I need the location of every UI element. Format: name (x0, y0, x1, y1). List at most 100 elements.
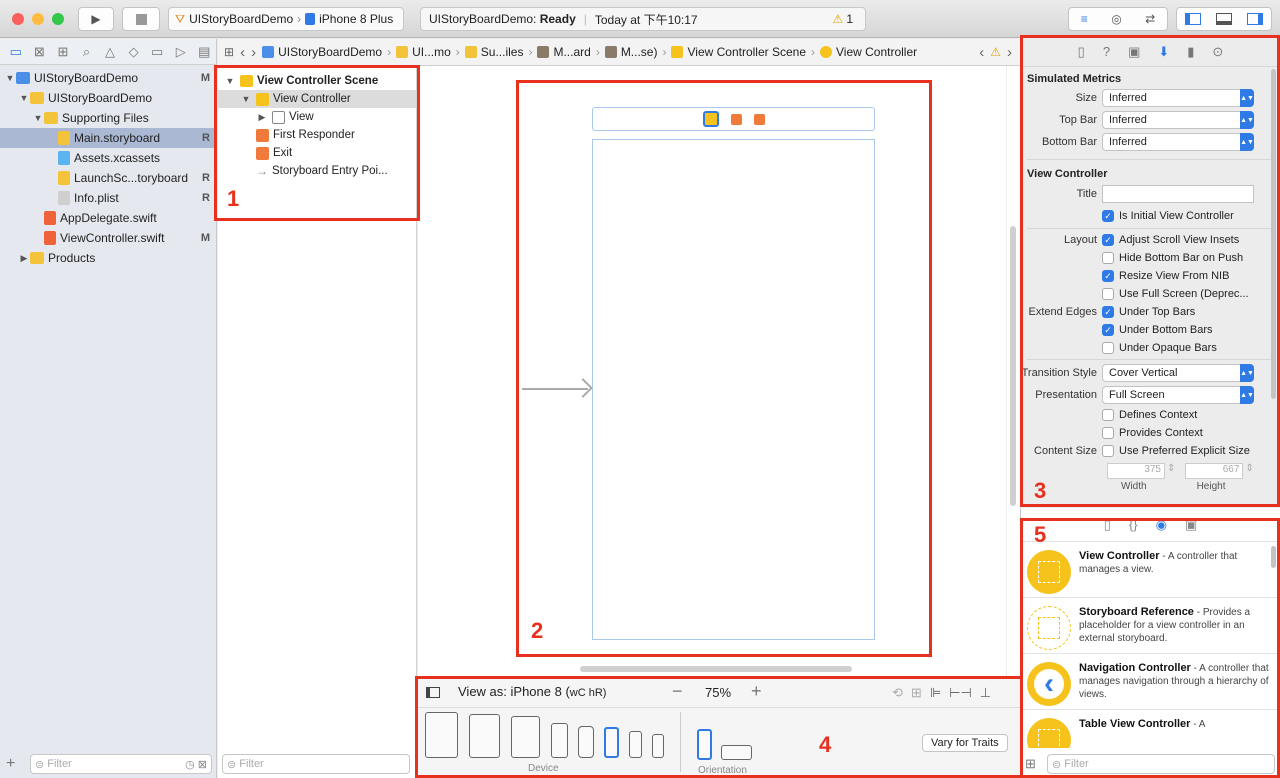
disclosure-icon[interactable]: ▼ (224, 76, 236, 86)
height-input[interactable]: 667 (1185, 463, 1244, 479)
ipad-pro-12-device[interactable] (425, 712, 458, 758)
outline-row[interactable]: → Storyboard Entry Poi... (218, 162, 416, 180)
connections-inspector-icon[interactable]: ⊙ (1212, 44, 1223, 60)
add-icon[interactable]: + (6, 755, 26, 773)
warning-indicator[interactable]: ⚠ 1 (833, 12, 853, 26)
breadcrumb-item[interactable]: M...se) (604, 45, 657, 59)
align-icon[interactable]: ⊫ (930, 685, 941, 701)
breakpoint-icon[interactable]: ▷ (169, 44, 193, 60)
prev-issue-icon[interactable]: ‹ (979, 44, 984, 61)
size-inspector-icon[interactable]: ▮ (1187, 44, 1194, 60)
landscape-orientation[interactable] (721, 745, 752, 760)
standard-editor-icon[interactable]: ≡ (1081, 12, 1088, 26)
presentation-select[interactable]: Full Screen ▲▼ (1102, 386, 1254, 404)
vertical-scrollbar[interactable] (1010, 226, 1016, 506)
object-library-icon[interactable]: ◉ (1156, 517, 1167, 533)
breadcrumb-item[interactable]: View Controller (820, 45, 917, 59)
outline-row[interactable]: ▶ View (218, 108, 416, 126)
view-controller-frame[interactable] (592, 139, 875, 640)
test-icon[interactable]: ◇ (122, 44, 146, 60)
outline-row[interactable]: First Responder (218, 126, 416, 144)
library-scrollbar[interactable] (1271, 546, 1276, 568)
inspector-scrollbar[interactable] (1271, 69, 1276, 399)
initial-vc-checkbox[interactable]: ✓ (1102, 210, 1114, 222)
embed-icon[interactable]: ⊞ (911, 685, 922, 701)
option-checkbox[interactable] (1102, 342, 1114, 354)
disclosure-icon[interactable]: ▼ (240, 94, 252, 104)
iphone-4s-device[interactable] (652, 734, 664, 758)
source-control-icon[interactable]: ⊠ (28, 44, 52, 60)
assistant-editor-icon[interactable]: ◎ (1111, 12, 1121, 26)
size-select[interactable]: Inferred ▲▼ (1102, 89, 1254, 107)
run-button[interactable]: ▶ (78, 7, 114, 31)
outline-row[interactable]: ▼ View Controller (218, 90, 416, 108)
close-window-button[interactable] (12, 13, 24, 25)
ipad-pro-9-device[interactable] (511, 716, 540, 758)
file-row[interactable]: ▼ UIStoryBoardDemo (0, 88, 216, 108)
scheme-selector[interactable]: ⛛ UIStoryBoardDemo › iPhone 8 Plus (168, 7, 404, 31)
update-frames-icon[interactable]: ⟲ (892, 685, 903, 701)
iphone-8-device[interactable] (604, 727, 619, 758)
back-icon[interactable]: ‹ (240, 44, 245, 61)
option-checkbox[interactable]: ✓ (1102, 324, 1114, 336)
bottom-bar-select[interactable]: Inferred ▲▼ (1102, 133, 1254, 151)
file-row[interactable]: ▶ Products (0, 248, 216, 268)
file-row[interactable]: AppDelegate.swift (0, 208, 216, 228)
portrait-orientation[interactable] (697, 729, 712, 760)
media-library-icon[interactable]: ▣ (1185, 517, 1197, 533)
inspector-toggle-icon[interactable] (1247, 13, 1264, 25)
file-row[interactable]: Main.storyboard R (0, 128, 216, 148)
breadcrumb-item[interactable]: M...ard (537, 45, 591, 59)
breadcrumb-item[interactable]: UI...mo (396, 45, 451, 59)
file-row[interactable]: Info.plist R (0, 188, 216, 208)
next-issue-icon[interactable]: › (1007, 44, 1020, 61)
report-icon[interactable]: ▤ (193, 44, 217, 60)
zoom-in-icon[interactable]: + (751, 681, 762, 702)
file-row[interactable]: LaunchSc...toryboard R (0, 168, 216, 188)
vary-for-traits-button[interactable]: Vary for Traits (922, 734, 1008, 752)
library-item[interactable]: Table View Controller - A (1021, 710, 1280, 748)
file-row[interactable]: ▼ UIStoryBoardDemo M (0, 68, 216, 88)
navigator-toggle-icon[interactable] (1184, 13, 1201, 25)
option-checkbox[interactable] (1102, 252, 1114, 264)
zoom-out-icon[interactable]: − (672, 681, 683, 702)
option-checkbox[interactable] (1102, 288, 1114, 300)
storyboard-canvas[interactable] (418, 66, 1016, 678)
pin-icon[interactable]: ⊢⊣ (949, 685, 972, 701)
first-responder-icon[interactable] (730, 113, 742, 125)
iphone-8-plus-device[interactable] (551, 723, 568, 758)
code-snippet-icon[interactable]: {} (1129, 517, 1138, 532)
view-controller-icon[interactable] (702, 111, 719, 127)
disclosure-icon[interactable]: ▼ (4, 73, 16, 83)
minimize-window-button[interactable] (32, 13, 44, 25)
stop-button[interactable] (122, 7, 160, 31)
library-filter[interactable]: ⊜ Filter (1047, 754, 1275, 774)
help-inspector-icon[interactable]: ? (1103, 44, 1110, 59)
search-icon[interactable]: ⌕ (75, 44, 99, 60)
stepper-icon[interactable]: ⇕ (1245, 463, 1253, 479)
forward-icon[interactable]: › (251, 44, 256, 61)
ipad-pro-10-device[interactable] (469, 714, 500, 758)
disclosure-icon[interactable]: ▼ (32, 113, 44, 123)
debug-toggle-icon[interactable] (1215, 13, 1232, 25)
provides-context-checkbox[interactable] (1102, 427, 1114, 439)
issue-icon[interactable]: △ (98, 44, 122, 60)
option-checkbox[interactable]: ✓ (1102, 234, 1114, 246)
width-input[interactable]: 375 (1107, 463, 1165, 479)
attributes-inspector-icon[interactable]: ⬇ (1158, 44, 1169, 60)
grid-view-icon[interactable]: ⊞ (1025, 756, 1043, 772)
top-bar-select[interactable]: Inferred ▲▼ (1102, 111, 1254, 129)
title-input[interactable] (1102, 185, 1254, 203)
entry-point-arrow[interactable] (522, 378, 593, 399)
navigator-filter[interactable]: ⊜ Filter ◷ ⊠ (30, 754, 212, 774)
file-row[interactable]: Assets.xcassets (0, 148, 216, 168)
defines-context-checkbox[interactable] (1102, 409, 1114, 421)
version-editor-icon[interactable]: ⇄ (1145, 12, 1155, 26)
transition-style-select[interactable]: Cover Vertical ▲▼ (1102, 364, 1254, 382)
horizontal-scrollbar[interactable] (580, 666, 852, 672)
disclosure-icon[interactable]: ▼ (18, 93, 30, 103)
file-template-icon[interactable]: ▯ (1104, 517, 1111, 533)
iphone-x-device[interactable] (578, 726, 594, 758)
breadcrumb-item[interactable]: UIStoryBoardDemo (262, 45, 382, 59)
library-item[interactable]: View Controller - A controller that mana… (1021, 542, 1280, 598)
